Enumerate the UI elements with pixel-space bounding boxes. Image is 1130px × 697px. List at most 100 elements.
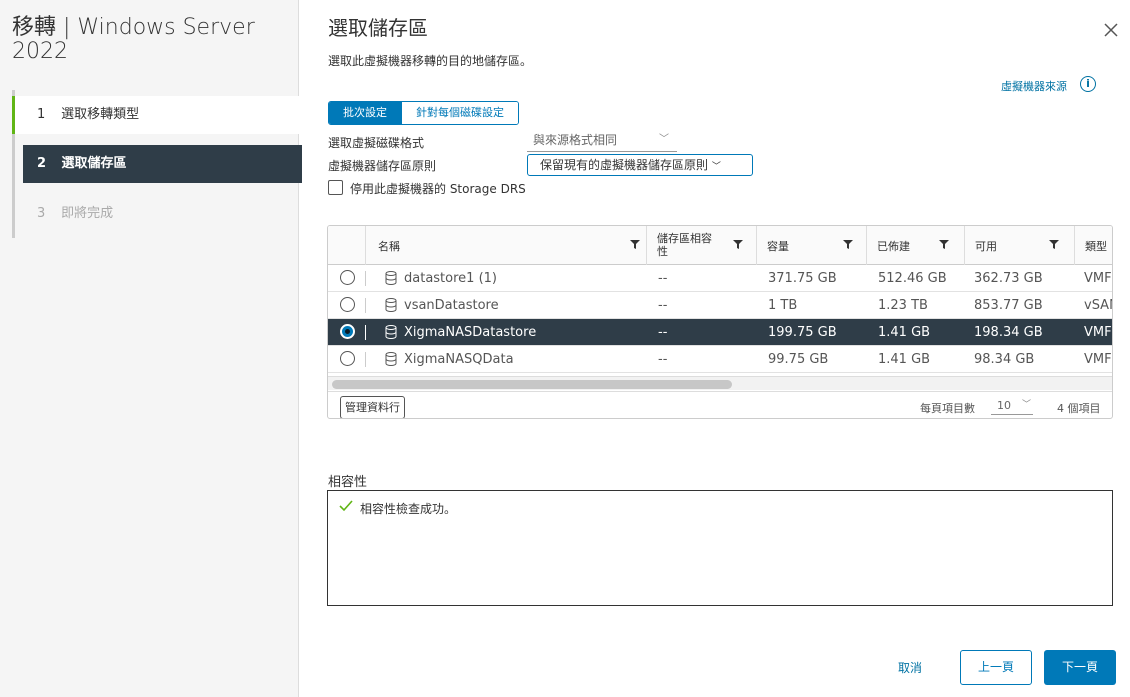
storage-policy-value: 保留現有的虛擬機器儲存區原則: [540, 158, 709, 172]
step-ready-to-complete: 3 即將完成: [23, 195, 302, 233]
wizard-title: 移轉 | Windows Server 2022: [12, 15, 255, 64]
column-header-capacity[interactable]: 容量: [756, 226, 866, 265]
next-button[interactable]: 下一頁: [1044, 650, 1116, 685]
cell-name: XigmaNASQData: [404, 352, 514, 367]
disable-drs-checkbox[interactable]: [328, 180, 343, 195]
cell-provisioned: 1.41 GB: [878, 325, 931, 340]
step-number: 1: [37, 107, 46, 122]
compatibility-message: 相容性檢查成功。: [360, 502, 457, 516]
per-page-value: 10: [997, 399, 1011, 412]
datastore-icon: [385, 271, 397, 285]
cell-name: datastore1 (1): [404, 271, 497, 286]
wizard-sidebar: 移轉 | Windows Server 2022 1 選取移轉類型 2 選取儲存…: [0, 0, 302, 697]
step-label: 選取儲存區: [61, 156, 127, 171]
column-header-provisioned[interactable]: 已佈建: [866, 226, 964, 265]
cell-provisioned: 512.46 GB: [878, 271, 947, 286]
row-radio-selected[interactable]: [340, 324, 355, 339]
row-divider: [365, 271, 366, 286]
cell-type: VMF: [1084, 325, 1112, 340]
cell-name: vsanDatastore: [404, 298, 499, 313]
info-icon[interactable]: i: [1080, 76, 1096, 92]
filter-icon[interactable]: [733, 239, 743, 249]
column-header-compatibility[interactable]: 儲存區相容性: [646, 226, 756, 265]
disk-format-value: 與來源格式相同: [533, 133, 618, 147]
column-header-free[interactable]: 可用: [964, 226, 1074, 265]
cell-free: 853.77 GB: [974, 298, 1043, 313]
chevron-down-icon: ﹀: [659, 134, 669, 145]
cell-compatibility: --: [658, 298, 668, 313]
step-number: 3: [37, 206, 46, 221]
column-header-name[interactable]: 名稱: [365, 226, 646, 265]
chevron-down-icon: ﹀: [1021, 400, 1031, 410]
step-label: 選取移轉類型: [61, 107, 140, 122]
cell-provisioned: 1.23 TB: [878, 298, 928, 313]
tab-per-disk-config[interactable]: 針對每個磁碟設定: [401, 102, 518, 124]
chevron-down-icon: ﹀: [711, 162, 721, 172]
page-title: 選取儲存區: [328, 16, 428, 40]
cell-free: 362.73 GB: [974, 271, 1043, 286]
cell-capacity: 371.75 GB: [768, 271, 837, 286]
cell-compatibility: --: [658, 352, 668, 367]
row-radio[interactable]: [340, 297, 355, 312]
cell-provisioned: 1.41 GB: [878, 352, 931, 367]
manage-columns-button[interactable]: 管理資料行: [340, 396, 405, 418]
scrollbar-thumb[interactable]: [332, 380, 732, 389]
datastore-icon: [385, 352, 397, 366]
column-header-type[interactable]: 類型: [1074, 226, 1112, 265]
disable-drs-label: 停用此虛擬機器的 Storage DRS: [350, 182, 526, 196]
compatibility-panel: 相容性檢查成功。: [327, 490, 1113, 606]
cell-type: VMF: [1084, 352, 1112, 367]
row-divider: [365, 298, 366, 313]
row-radio[interactable]: [340, 270, 355, 285]
filter-icon[interactable]: [630, 239, 640, 249]
cell-free: 198.34 GB: [974, 325, 1043, 340]
wizard-steps: 1 選取移轉類型 2 選取儲存區 3 即將完成: [12, 90, 302, 238]
vm-origin-link[interactable]: 虛擬機器來源: [1001, 78, 1067, 94]
storage-policy-label: 虛擬機器儲存區原則: [328, 159, 437, 173]
table-row[interactable]: XigmaNASQData -- 99.75 GB 1.41 GB 98.34 …: [328, 346, 1112, 373]
table-row-selected[interactable]: XigmaNASDatastore -- 199.75 GB 1.41 GB 1…: [328, 319, 1112, 346]
cell-free: 98.34 GB: [974, 352, 1035, 367]
filter-icon[interactable]: [939, 239, 949, 249]
back-button[interactable]: 上一頁: [960, 650, 1032, 685]
cell-capacity: 1 TB: [768, 298, 798, 313]
row-divider: [365, 325, 366, 340]
filter-icon[interactable]: [843, 239, 853, 249]
table-row[interactable]: vsanDatastore -- 1 TB 1.23 TB 853.77 GB …: [328, 292, 1112, 319]
per-page-label: 每頁項目數: [920, 402, 975, 415]
page-subtitle: 選取此虛擬機器移轉的目的地儲存區。: [328, 54, 533, 68]
datastore-icon: [385, 325, 397, 339]
step-number: 2: [37, 156, 47, 171]
storage-policy-select[interactable]: 保留現有的虛擬機器儲存區原則 ﹀: [527, 154, 753, 176]
row-divider: [365, 352, 366, 367]
cell-compatibility: --: [658, 271, 668, 286]
step-select-storage[interactable]: 2 選取儲存區: [23, 145, 302, 183]
close-icon[interactable]: [1104, 18, 1118, 42]
grid-header: 名稱 儲存區相容性 容量 已佈建 可用 類型: [328, 226, 1112, 265]
table-row[interactable]: datastore1 (1) -- 371.75 GB 512.46 GB 36…: [328, 265, 1112, 292]
datastore-grid: 名稱 儲存區相容性 容量 已佈建 可用 類型 datastore1 (1) --…: [327, 225, 1113, 419]
cell-capacity: 99.75 GB: [768, 352, 829, 367]
per-page-select[interactable]: 10 ﹀: [991, 397, 1033, 415]
step-label: 即將完成: [61, 206, 114, 221]
row-radio[interactable]: [340, 351, 355, 366]
tab-batch-config[interactable]: 批次設定: [329, 102, 401, 124]
config-mode-tabs: 批次設定 針對每個磁碟設定: [328, 101, 519, 125]
horizontal-scrollbar[interactable]: [328, 376, 1112, 390]
grid-footer: 管理資料行 每頁項目數 10 ﹀ 4 個項目: [328, 391, 1112, 418]
check-icon: [339, 500, 353, 512]
compatibility-label: 相容性: [328, 475, 368, 490]
cell-type: VMF: [1084, 271, 1112, 286]
item-count: 4 個項目: [1057, 402, 1101, 415]
disk-format-label: 選取虛擬磁碟格式: [328, 136, 425, 150]
cell-compatibility: --: [658, 325, 668, 340]
datastore-icon: [385, 298, 397, 312]
step-select-migration-type[interactable]: 1 選取移轉類型: [12, 96, 299, 134]
cell-capacity: 199.75 GB: [768, 325, 837, 340]
filter-icon[interactable]: [1049, 239, 1059, 249]
cell-type: vSAN: [1084, 298, 1112, 313]
disk-format-select[interactable]: 與來源格式相同 ﹀: [527, 130, 677, 152]
cell-name: XigmaNASDatastore: [404, 325, 537, 340]
cancel-button[interactable]: 取消: [898, 659, 922, 676]
wizard-content: 選取儲存區 選取此虛擬機器移轉的目的地儲存區。 虛擬機器來源 i 批次設定 針對…: [300, 0, 1130, 697]
